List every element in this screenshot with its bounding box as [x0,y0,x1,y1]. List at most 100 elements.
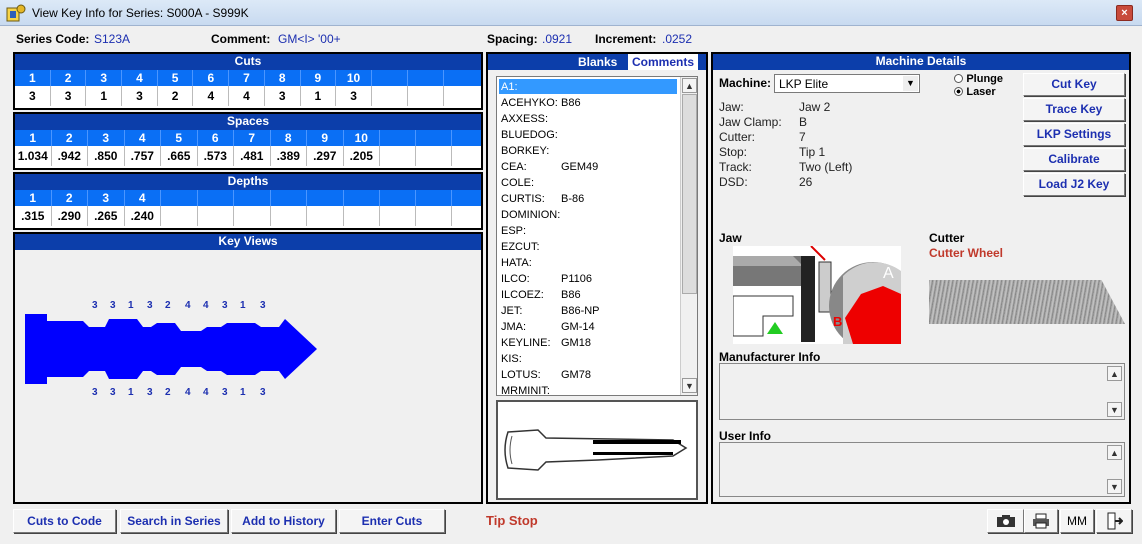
blank-list-item[interactable]: JMA: GM-14 [499,319,677,335]
key-blank-icon [504,429,688,471]
cuts-to-code-button[interactable]: Cuts to Code [13,509,116,533]
blank-list-item[interactable]: A1: [499,79,677,95]
blank-list-item[interactable]: BLUEDOG: [499,127,677,143]
camera-button[interactable] [987,509,1024,533]
cut-key-button[interactable]: Cut Key [1023,73,1125,96]
blank-list-item[interactable]: COLE: [499,175,677,191]
cuts-number-cell: 8 [265,70,301,86]
chevron-down-icon[interactable]: ▼ [903,76,918,91]
depths-value-cell[interactable]: .290 [52,206,88,226]
machine-select[interactable]: LKP Elite ▼ [774,74,920,93]
blank-list-item[interactable]: JET: B86-NP [499,303,677,319]
blank-code: B86 [561,289,581,301]
spaces-number-cell: 6 [198,130,234,146]
spaces-value-cell[interactable]: .942 [52,146,88,166]
cuts-value-cell[interactable]: 3 [51,86,87,106]
depths-value-cell[interactable]: .265 [88,206,125,226]
cuts-value-cell[interactable] [372,86,408,106]
depths-value-cell[interactable] [307,206,344,226]
scroll-down-icon[interactable]: ▼ [1107,479,1122,494]
depths-value-cell[interactable] [198,206,234,226]
depths-number-cell [307,190,344,206]
blank-list-item[interactable]: HATA: [499,255,677,271]
cuts-number-cell [408,70,444,86]
spaces-value-cell[interactable]: .757 [125,146,161,166]
blank-list-item[interactable]: ESP: [499,223,677,239]
blanks-list[interactable]: A1: ACEHYKO: B86 AXXESS: BLUEDOG: BORKEY: CEA:… [496,76,698,399]
close-button[interactable]: × [1116,5,1133,21]
depths-value-cell[interactable] [380,206,416,226]
spaces-number-cell: 4 [125,130,161,146]
cuts-value-cell[interactable]: 3 [265,86,301,106]
search-in-series-button[interactable]: Search in Series [120,509,228,533]
cuts-value-cell[interactable]: 2 [158,86,194,106]
spaces-value-cell[interactable]: .573 [198,146,234,166]
scroll-down-icon[interactable]: ▼ [1107,402,1122,417]
manufacturer-info-field[interactable]: ▲ ▼ [719,363,1125,420]
machine-detail-value: B [799,115,808,129]
mm-button[interactable]: MM [1060,509,1094,533]
cuts-value-cell[interactable]: 4 [229,86,265,106]
user-info-field[interactable]: ▲ ▼ [719,442,1125,497]
load-j2-key-button[interactable]: Load J2 Key [1023,173,1125,196]
spaces-value-cell[interactable]: 1.034 [15,146,52,166]
spaces-value-cell[interactable]: .850 [88,146,125,166]
cuts-value-cell[interactable]: 3 [15,86,51,106]
cuts-value-cell[interactable]: 1 [86,86,123,106]
depths-value-cell[interactable] [271,206,307,226]
spaces-value-cell[interactable]: .481 [234,146,271,166]
scroll-thumb[interactable] [682,94,697,294]
scroll-up-icon[interactable]: ▲ [1107,445,1122,460]
spaces-value-cell[interactable]: .389 [271,146,307,166]
spaces-value-cell[interactable]: .205 [344,146,380,166]
trace-key-button[interactable]: Trace Key [1023,98,1125,121]
depths-value-cell[interactable] [161,206,198,226]
lkp-settings-button[interactable]: LKP Settings [1023,123,1125,146]
depths-value-cell[interactable] [234,206,271,226]
depths-value-cell[interactable]: .315 [15,206,52,226]
print-button[interactable] [1024,509,1058,533]
blanks-scrollbar[interactable]: ▲ ▼ [680,77,697,395]
machine-detail-label: Track: [719,160,752,174]
tab-comments[interactable]: Comments [628,54,698,70]
depths-value-cell[interactable] [416,206,452,226]
blank-list-item[interactable]: AXXESS: [499,111,677,127]
blank-list-item[interactable]: DOMINION: [499,207,677,223]
tab-blanks[interactable]: Blanks [578,55,617,69]
spaces-value-cell[interactable] [416,146,452,166]
blank-brand: KIS: [501,353,522,365]
calibrate-button[interactable]: Calibrate [1023,148,1125,171]
plunge-radio[interactable]: Plunge [954,71,1003,85]
scroll-up-icon[interactable]: ▲ [682,78,697,93]
depths-value-cell[interactable]: .240 [125,206,161,226]
blank-list-item[interactable]: BORKEY: [499,143,677,159]
blank-list-item[interactable]: LOTUS: GM78 [499,367,677,383]
cuts-value-cell[interactable] [408,86,444,106]
exit-button[interactable] [1096,509,1132,533]
laser-radio[interactable]: Laser [954,84,996,98]
scroll-down-icon[interactable]: ▼ [682,378,697,393]
enter-cuts-button[interactable]: Enter Cuts [339,509,445,533]
cuts-value-cell[interactable]: 4 [193,86,230,106]
spaces-value-cell[interactable]: .297 [307,146,344,166]
depths-value-cell[interactable] [344,206,380,226]
blank-list-item[interactable]: CURTIS: B-86 [499,191,677,207]
blank-list-item[interactable]: ILCO: P1106 [499,271,677,287]
blank-list-item[interactable]: MRMINIT: [499,383,677,399]
cuts-value-cell[interactable]: 1 [301,86,337,106]
blank-list-item[interactable]: CEA: GEM49 [499,159,677,175]
blank-list-item[interactable]: ILCOEZ: B86 [499,287,677,303]
scroll-up-icon[interactable]: ▲ [1107,366,1122,381]
blank-list-item[interactable]: KIS: [499,351,677,367]
blank-list-item[interactable]: ACEHYKO: B86 [499,95,677,111]
blank-brand: BORKEY: [501,145,550,157]
blank-list-item[interactable]: KEYLINE: GM18 [499,335,677,351]
cuts-value-cell[interactable]: 3 [336,86,372,106]
spaces-value-cell[interactable]: .665 [161,146,198,166]
blank-list-item[interactable]: EZCUT: [499,239,677,255]
add-to-history-button[interactable]: Add to History [231,509,336,533]
depths-number-row: 1234 [15,190,481,206]
spaces-value-cell[interactable] [380,146,416,166]
cuts-value-cell[interactable]: 3 [122,86,158,106]
machine-details-title: Machine Details [713,54,1129,70]
